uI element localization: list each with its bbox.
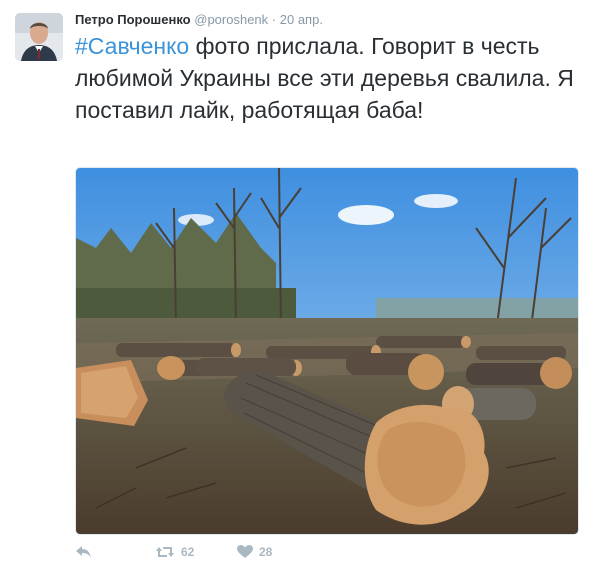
tweet-header: Петро Порошенко @poroshenk · 20 апр. (75, 12, 323, 27)
retweet-count: 62 (181, 545, 195, 559)
avatar-photo (15, 13, 63, 61)
reply-icon (76, 546, 91, 558)
retweet-icon (156, 547, 174, 557)
tweet-photo[interactable] (75, 167, 579, 535)
author-name[interactable]: Петро Порошенко (75, 12, 191, 27)
retweet-button[interactable]: 62 (155, 545, 194, 559)
reply-button[interactable] (75, 545, 93, 559)
tweet-text: #Савченко фото прислала. Говорит в честь… (75, 30, 580, 126)
separator-dot: · (271, 12, 277, 27)
author-handle[interactable]: @poroshenk (194, 12, 268, 27)
heart-icon (237, 545, 253, 558)
photo-of-felled-logs (76, 168, 578, 534)
like-button[interactable]: 28 (237, 545, 272, 559)
tweet-card: Петро Порошенко @poroshenk · 20 апр. #Са… (0, 0, 612, 562)
hashtag-link[interactable]: #Савченко (75, 33, 189, 59)
avatar[interactable] (15, 13, 63, 61)
like-count: 28 (259, 545, 273, 559)
tweet-timestamp[interactable]: 20 апр. (280, 12, 323, 27)
